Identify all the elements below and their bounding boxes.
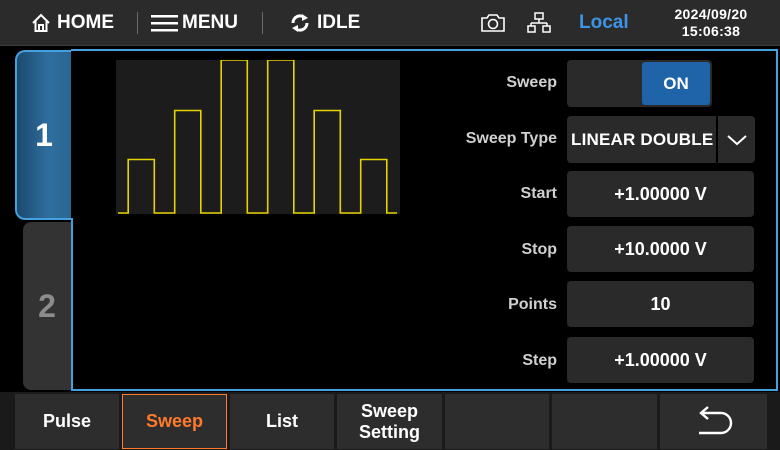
stop-label: Stop bbox=[521, 241, 557, 258]
home-label: HOME bbox=[57, 12, 114, 33]
list-softkey[interactable]: List bbox=[230, 394, 334, 449]
sweep-type-label: Sweep Type bbox=[465, 130, 557, 147]
channel-1-tab[interactable]: 1 bbox=[15, 50, 71, 220]
empty-softkey-5[interactable] bbox=[445, 394, 549, 449]
clock: 2024/09/20 15:06:38 bbox=[650, 0, 772, 46]
camera-icon bbox=[481, 14, 505, 32]
waveform-plot bbox=[118, 59, 397, 214]
date-text: 2024/09/20 bbox=[674, 6, 748, 22]
menu-label: MENU bbox=[182, 12, 238, 33]
panel-border bbox=[71, 218, 73, 391]
menu-button[interactable]: MENU bbox=[150, 0, 238, 46]
start-label: Start bbox=[520, 185, 557, 202]
points-field[interactable]: 10 bbox=[567, 281, 754, 327]
time-text: 15:06:38 bbox=[681, 23, 741, 39]
status-label: IDLE bbox=[317, 12, 361, 33]
step-field[interactable]: +1.00000 V bbox=[567, 337, 754, 383]
network-icon bbox=[527, 12, 551, 33]
stop-field[interactable]: +10.0000 V bbox=[567, 226, 754, 272]
home-icon bbox=[32, 13, 50, 32]
local-mode-indicator: Local bbox=[579, 12, 629, 33]
sweep-setting-line1: Sweep bbox=[360, 400, 419, 421]
home-button[interactable]: HOME bbox=[30, 0, 114, 46]
top-status-bar: HOME MENU IDLE Local 2024/09/20 15:06:38 bbox=[0, 0, 780, 46]
sweep-toggle-on[interactable]: ON bbox=[642, 62, 710, 105]
sweep-label: Sweep bbox=[506, 74, 557, 91]
sweep-type-select[interactable]: LINEAR DOUBLE bbox=[567, 116, 716, 163]
pulse-softkey[interactable]: Pulse bbox=[15, 394, 119, 449]
status-indicator: IDLE bbox=[288, 0, 360, 46]
sweep-waveform-preview bbox=[116, 59, 400, 214]
empty-softkey-6[interactable] bbox=[552, 394, 657, 449]
divider bbox=[137, 12, 138, 34]
chevron-down-icon bbox=[726, 134, 747, 145]
start-field[interactable]: +1.00000 V bbox=[567, 171, 754, 217]
back-button[interactable] bbox=[660, 394, 767, 449]
refresh-icon bbox=[291, 14, 309, 32]
points-label: Points bbox=[508, 296, 557, 313]
screenshot-button[interactable] bbox=[480, 0, 506, 46]
divider bbox=[262, 12, 263, 34]
channel-2-tab[interactable]: 2 bbox=[23, 222, 71, 390]
sweep-type-dropdown-button[interactable] bbox=[718, 116, 755, 163]
step-label: Step bbox=[522, 352, 557, 369]
hamburger-icon bbox=[151, 15, 178, 32]
waveform-trace bbox=[118, 59, 397, 214]
network-status bbox=[527, 0, 551, 46]
sweep-setting-softkey[interactable]: Sweep Setting bbox=[337, 394, 442, 449]
back-arrow-icon bbox=[698, 405, 732, 434]
sweep-setting-line2: Setting bbox=[359, 421, 420, 442]
sweep-softkey[interactable]: Sweep bbox=[122, 394, 227, 449]
